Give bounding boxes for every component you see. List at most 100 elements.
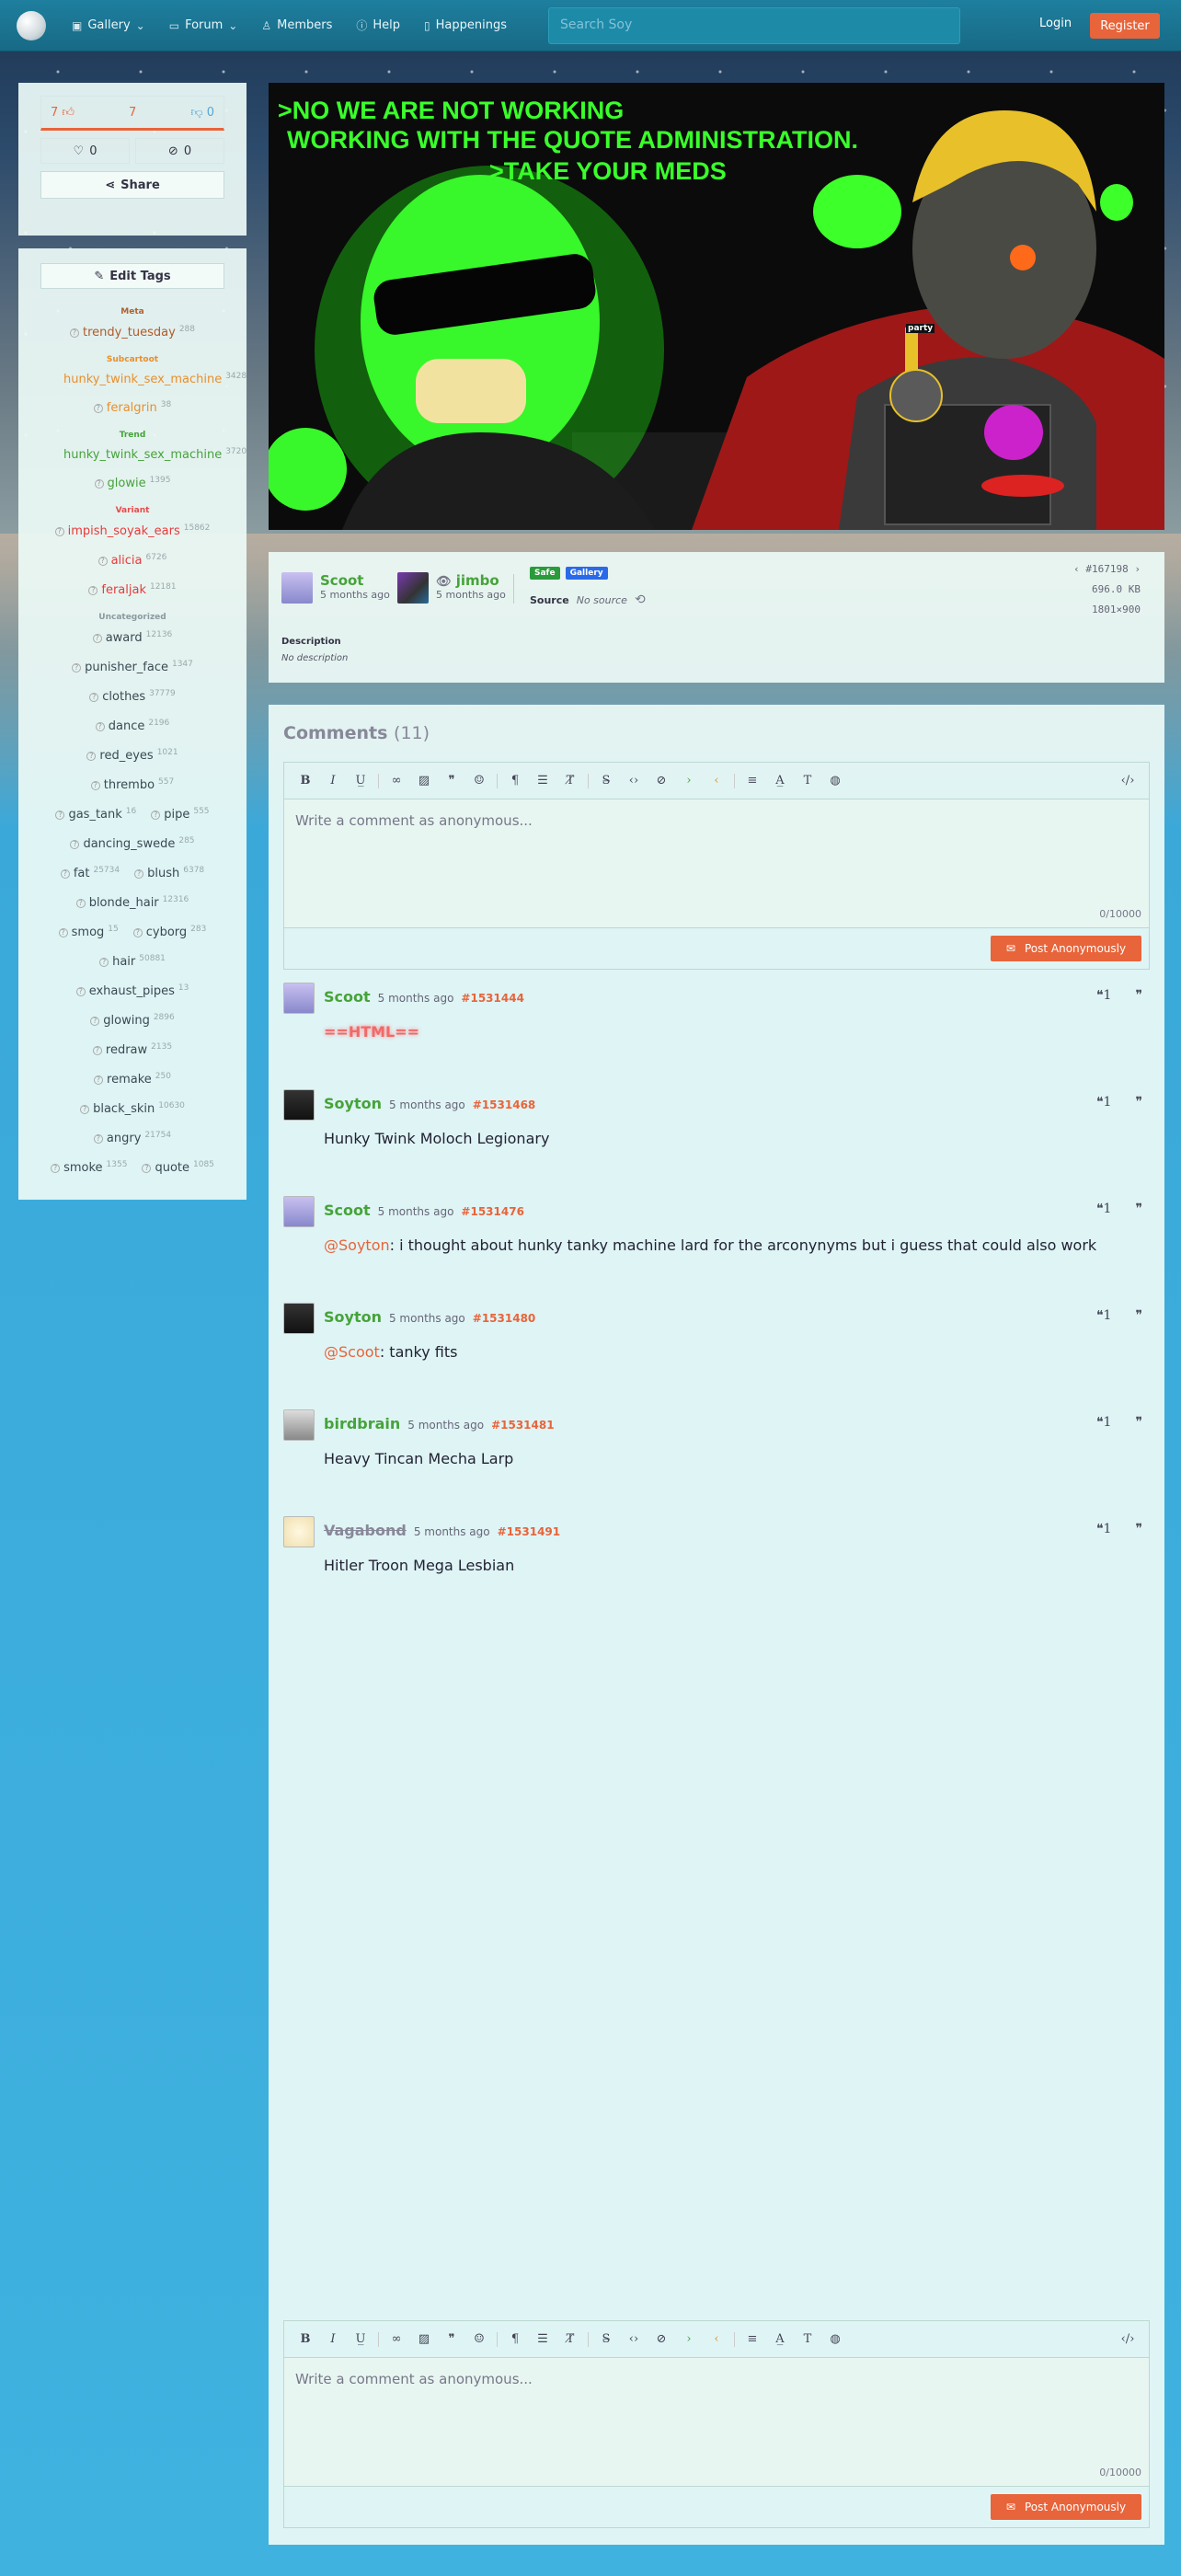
tag-info-icon[interactable]: ? bbox=[97, 557, 108, 566]
comment-id-link[interactable]: #1531444 bbox=[461, 992, 524, 1005]
list-icon[interactable]: ☰ bbox=[529, 774, 556, 788]
tag-info-icon[interactable]: ? bbox=[89, 693, 99, 702]
tag-item[interactable]: ? feraljak 12181 bbox=[88, 576, 177, 605]
tag-info-icon[interactable]: ? bbox=[72, 663, 82, 673]
tag-item[interactable]: ? blonde_hair 12316 bbox=[75, 889, 189, 918]
quote-icon[interactable]: ❞ bbox=[1135, 1522, 1142, 1536]
quote-icon[interactable]: ❞ bbox=[1135, 1202, 1142, 1216]
image-icon[interactable]: ▨ bbox=[410, 774, 438, 788]
edit-tags-button[interactable]: ✎ Edit Tags bbox=[40, 263, 224, 289]
clear-format-icon[interactable]: T̸ bbox=[556, 2332, 584, 2346]
tag-item[interactable]: ? trendy_tuesday 288 bbox=[69, 318, 195, 348]
font-size-icon[interactable]: T bbox=[794, 2332, 821, 2346]
tag-item[interactable]: ? gas_tank 16 bbox=[55, 800, 136, 830]
hide-button[interactable]: ⊘ 0 bbox=[135, 138, 224, 164]
tag-info-icon[interactable]: ? bbox=[70, 840, 80, 849]
nav-help[interactable]: ⓘ Help bbox=[356, 17, 400, 33]
code-icon[interactable]: ‹› bbox=[620, 2332, 648, 2346]
next-post-icon[interactable]: › bbox=[1134, 563, 1141, 575]
spoiler-icon[interactable]: ⊘ bbox=[648, 2332, 675, 2346]
nav-members[interactable]: ♙ Members bbox=[261, 18, 332, 32]
tag-item[interactable]: ? feralgrin 38 bbox=[93, 394, 171, 423]
tag-info-icon[interactable]: ? bbox=[75, 987, 86, 996]
comment-id-link[interactable]: #1531491 bbox=[498, 1525, 561, 1538]
register-button[interactable]: Register bbox=[1090, 13, 1160, 39]
align-icon[interactable]: ≡ bbox=[739, 2332, 766, 2346]
login-link[interactable]: Login bbox=[1039, 17, 1072, 30]
history-icon[interactable]: ⟲ bbox=[635, 592, 646, 607]
comment-author[interactable]: Soyton bbox=[324, 1095, 382, 1112]
align-icon[interactable]: ≡ bbox=[739, 774, 766, 788]
image-icon[interactable]: ▨ bbox=[410, 2332, 438, 2346]
tag-info-icon[interactable]: ? bbox=[58, 928, 68, 937]
link-icon[interactable]: ∞ bbox=[383, 2332, 410, 2346]
comment-author[interactable]: Soyton bbox=[324, 1308, 382, 1326]
site-logo[interactable] bbox=[17, 10, 46, 40]
emoji-icon[interactable]: ☺ bbox=[465, 774, 493, 788]
tag-item[interactable]: ? hair 50881 bbox=[99, 948, 166, 977]
comment-id-link[interactable]: #1531481 bbox=[491, 1419, 555, 1432]
strikethrough-icon[interactable]: S̶ bbox=[592, 2332, 620, 2346]
source-view-icon[interactable]: ‹/› bbox=[1114, 774, 1141, 788]
list-icon[interactable]: ☰ bbox=[529, 2332, 556, 2346]
tag-item[interactable]: hunky_twink_sex_machine 3720 bbox=[63, 442, 247, 469]
comment-author[interactable]: Scoot bbox=[324, 1202, 371, 1219]
palette-icon[interactable]: ◍ bbox=[821, 774, 849, 788]
tag-item[interactable]: ? smog 15 bbox=[58, 918, 119, 948]
link-icon[interactable]: ∞ bbox=[383, 774, 410, 788]
nav-happenings[interactable]: ▯ Happenings bbox=[424, 18, 507, 32]
italic-icon[interactable]: I bbox=[319, 774, 347, 788]
reply-icon[interactable]: ❝1 bbox=[1096, 1415, 1111, 1430]
tag-info-icon[interactable]: ? bbox=[99, 958, 109, 967]
tag-info-icon[interactable]: ? bbox=[69, 328, 79, 338]
code-icon[interactable]: ‹› bbox=[620, 774, 648, 788]
spoiler-icon[interactable]: ⊘ bbox=[648, 774, 675, 788]
quote-icon[interactable]: ❞ bbox=[1135, 988, 1142, 1003]
approver-avatar[interactable] bbox=[397, 572, 429, 604]
comment-id-link[interactable]: #1531476 bbox=[461, 1205, 524, 1218]
text-color-icon[interactable]: A̲ bbox=[766, 2332, 794, 2346]
favorite-button[interactable]: ♡ 0 bbox=[40, 138, 130, 164]
paragraph-icon[interactable]: ¶ bbox=[501, 774, 529, 788]
tag-info-icon[interactable]: ? bbox=[134, 869, 144, 879]
tag-item[interactable]: ? glowie 1395 bbox=[94, 469, 170, 499]
tag-info-icon[interactable]: ? bbox=[93, 404, 103, 413]
tag-item[interactable]: hunky_twink_sex_machine 3428 bbox=[63, 366, 247, 394]
tag-info-icon[interactable]: ? bbox=[132, 928, 143, 937]
search-input[interactable]: Search Soy bbox=[548, 7, 960, 44]
text-color-icon[interactable]: A̲ bbox=[766, 774, 794, 788]
comment-avatar[interactable] bbox=[283, 1089, 315, 1121]
share-button[interactable]: ⋖ Share bbox=[40, 171, 224, 199]
post-image[interactable]: >NO WE ARE NOT WORKING WORKING WITH THE … bbox=[269, 83, 1164, 530]
comment-id-link[interactable]: #1531468 bbox=[473, 1098, 536, 1111]
downvote-button[interactable]: 👎︎ 0 bbox=[190, 106, 214, 120]
uploader-avatar[interactable] bbox=[281, 572, 313, 604]
quote-icon[interactable]: ❞ bbox=[1135, 1415, 1142, 1430]
reply-icon[interactable]: ❝1 bbox=[1096, 1522, 1111, 1536]
upvote-button[interactable]: 7 👍︎ bbox=[51, 106, 75, 120]
tag-info-icon[interactable]: ? bbox=[54, 527, 64, 536]
comment-author[interactable]: Vagabond bbox=[324, 1522, 407, 1539]
orangetext-icon[interactable]: ‹ bbox=[703, 774, 730, 788]
tag-info-icon[interactable]: ? bbox=[51, 1164, 61, 1173]
safe-badge[interactable]: Safe bbox=[530, 567, 560, 580]
comment-avatar[interactable] bbox=[283, 1409, 315, 1441]
uploader-name[interactable]: Scoot bbox=[320, 572, 390, 589]
tag-info-icon[interactable]: ? bbox=[80, 1105, 90, 1114]
tag-info-icon[interactable]: ? bbox=[93, 1134, 103, 1144]
tag-info-icon[interactable]: ? bbox=[94, 1075, 104, 1085]
quote-icon[interactable]: ❞ bbox=[1135, 1095, 1142, 1110]
comment-avatar[interactable] bbox=[283, 983, 315, 1014]
approver-name[interactable]: jimbo bbox=[456, 572, 499, 589]
source-view-icon[interactable]: ‹/› bbox=[1114, 2332, 1141, 2346]
tag-item[interactable]: ? award 12136 bbox=[92, 624, 172, 653]
tag-item[interactable]: ? angry 21754 bbox=[93, 1124, 171, 1154]
prev-post-icon[interactable]: ‹ bbox=[1073, 563, 1080, 575]
tag-info-icon[interactable]: ? bbox=[95, 722, 105, 731]
tag-item[interactable]: ? fat 25734 bbox=[60, 859, 120, 889]
bold-icon[interactable]: B bbox=[292, 2332, 319, 2346]
comment-mention[interactable]: @Soyton bbox=[324, 1236, 390, 1254]
comment-mention[interactable]: @Scoot bbox=[324, 1343, 380, 1361]
underline-icon[interactable]: U̲ bbox=[347, 2332, 374, 2346]
tag-info-icon[interactable]: ? bbox=[90, 1017, 100, 1026]
